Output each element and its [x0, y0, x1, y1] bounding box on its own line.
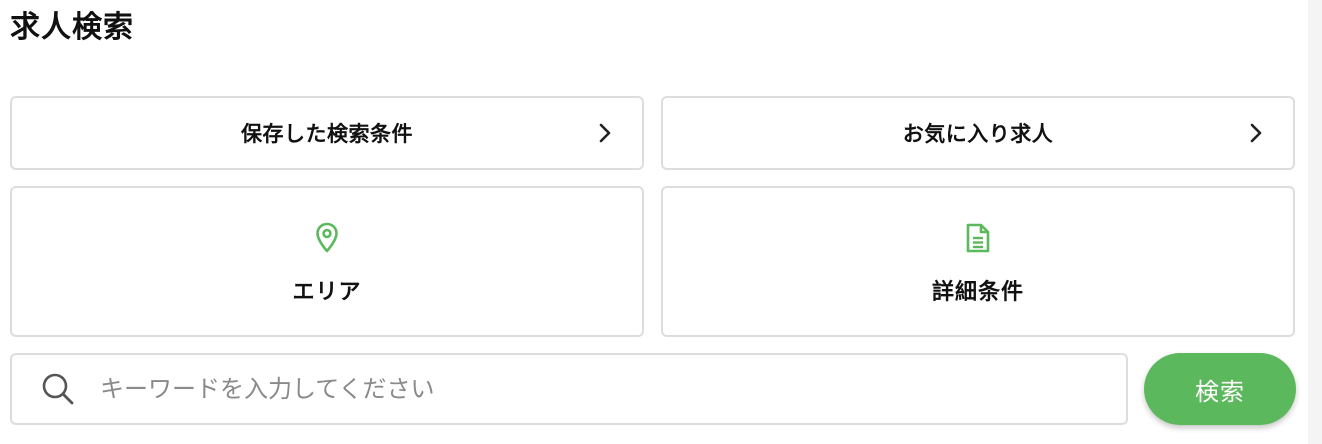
- area-filter-label: エリア: [292, 280, 362, 305]
- search-icon: [42, 373, 74, 405]
- page-edge: [1308, 0, 1322, 444]
- location-pin-icon: [312, 222, 342, 254]
- keyword-input[interactable]: [98, 368, 1082, 410]
- saved-searches-link[interactable]: 保存した検索条件: [10, 96, 644, 170]
- search-button[interactable]: 検索: [1144, 353, 1296, 425]
- keyword-search-box[interactable]: [10, 353, 1128, 425]
- chevron-right-icon: [1250, 123, 1262, 143]
- document-icon: [963, 222, 993, 254]
- detail-conditions-button[interactable]: 詳細条件: [661, 186, 1295, 337]
- page-title: 求人検索: [10, 10, 134, 45]
- favorite-jobs-label: お気に入り求人: [902, 122, 1054, 146]
- saved-searches-label: 保存した検索条件: [241, 122, 413, 146]
- detail-conditions-label: 詳細条件: [931, 280, 1024, 305]
- area-filter-button[interactable]: エリア: [10, 186, 644, 337]
- favorite-jobs-link[interactable]: お気に入り求人: [661, 96, 1295, 170]
- chevron-right-icon: [599, 123, 611, 143]
